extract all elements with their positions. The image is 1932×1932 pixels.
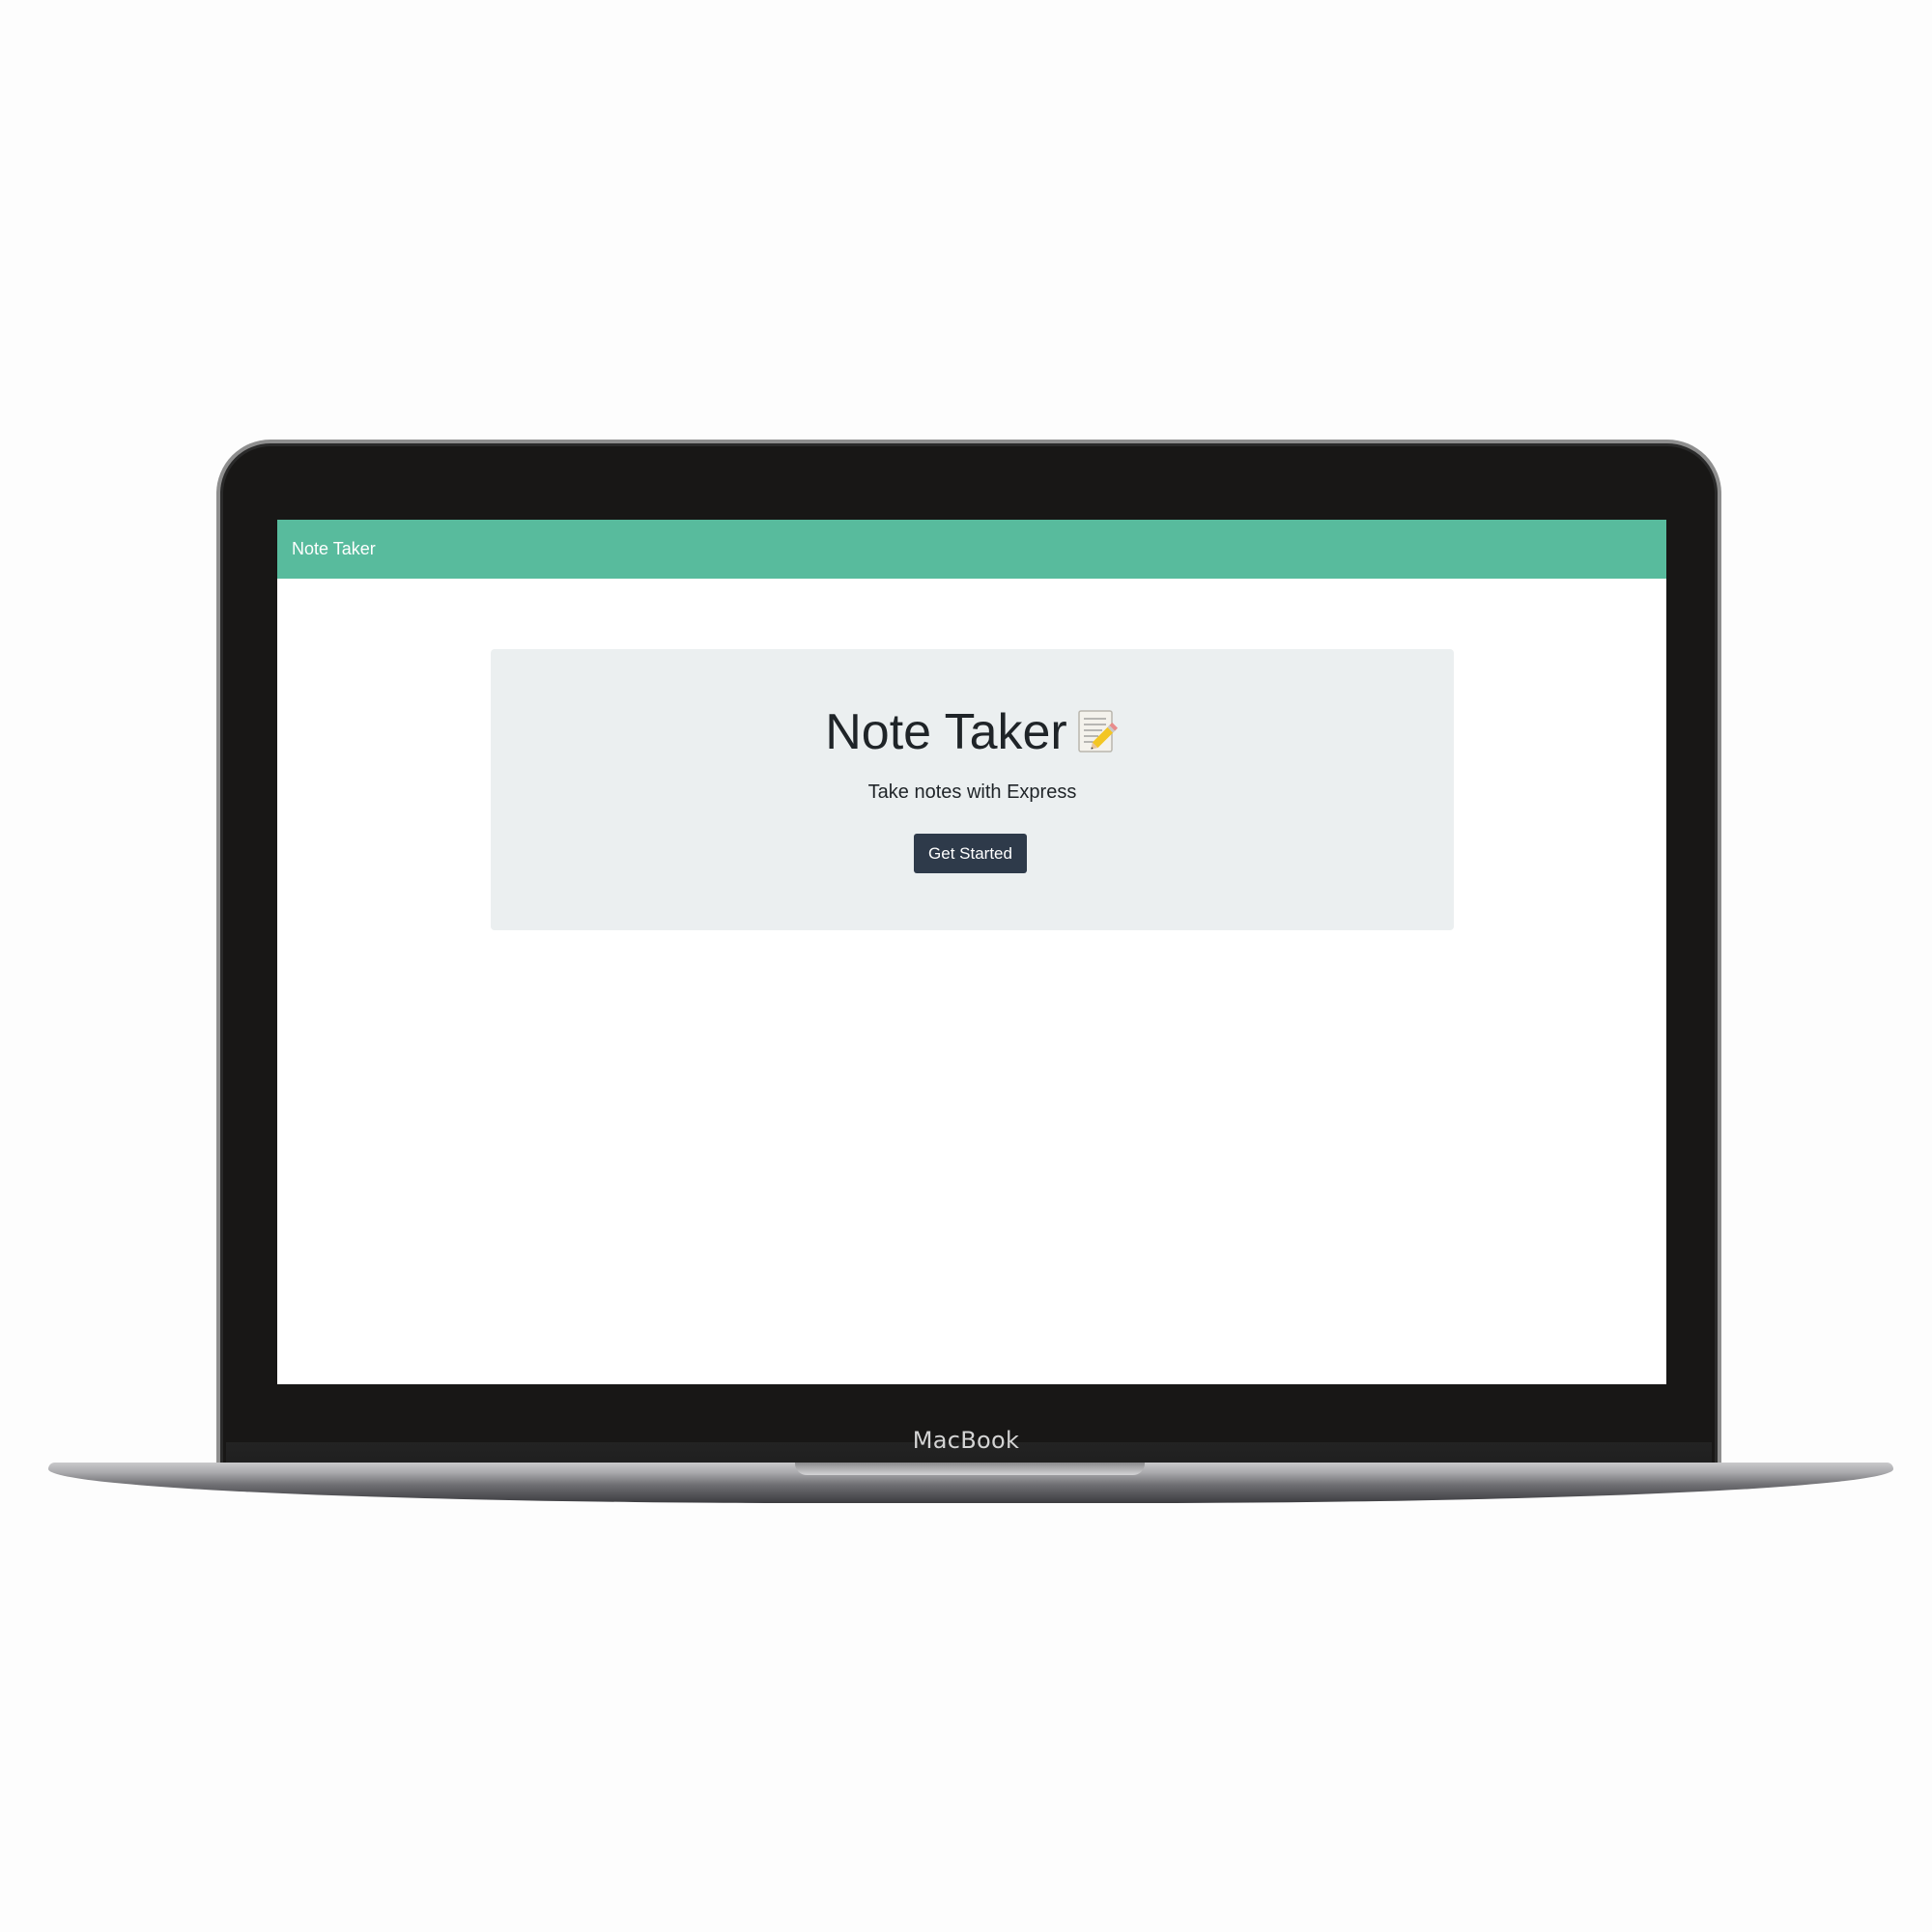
navbar-brand-link[interactable]: Note Taker <box>292 520 376 579</box>
page-title: Note Taker <box>491 703 1454 761</box>
navbar: Note Taker <box>277 520 1666 579</box>
hero-jumbotron: Note Taker Take notes with Express Get S… <box>491 649 1454 930</box>
page-title-text: Note Taker <box>825 704 1067 760</box>
macbook-label: MacBook <box>912 1427 1020 1454</box>
hero-subtitle: Take notes with Express <box>867 781 1077 803</box>
browser-screen: Note Taker Note Taker Take notes with Ex… <box>277 520 1666 1384</box>
laptop-hinge-notch <box>795 1463 1145 1475</box>
laptop-mockup: Note Taker Note Taker Take notes with Ex… <box>0 0 1932 1932</box>
get-started-button[interactable]: Get Started <box>914 834 1027 873</box>
memo-icon <box>1078 710 1118 753</box>
